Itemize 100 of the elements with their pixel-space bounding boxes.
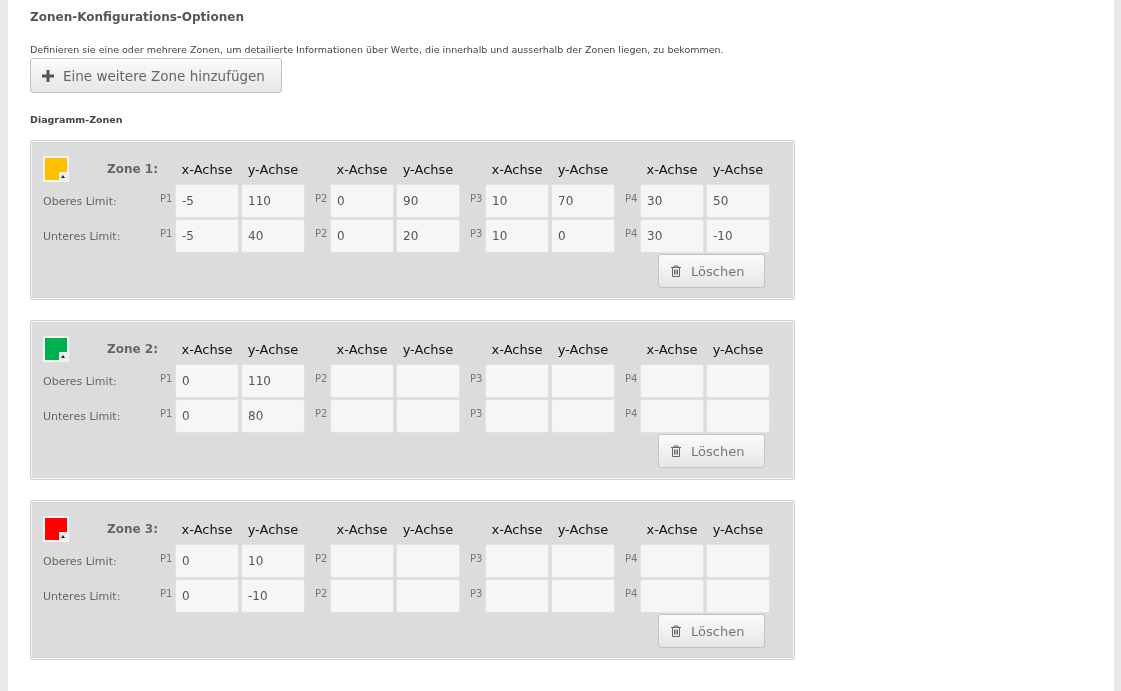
axis-header: y-Achse [246,161,300,177]
axis-header: y-Achse [401,161,455,177]
input-field[interactable]: 90 [396,184,460,218]
point-label: P2 [315,552,329,566]
input-field[interactable]: 10 [241,544,305,578]
input-field[interactable] [485,364,549,398]
input-field[interactable]: 10 [485,184,549,218]
add-zone-button[interactable]: Eine weitere Zone hinzufügen [30,58,282,93]
input-field[interactable]: -10 [706,219,770,253]
axis-header: x-Achse [490,341,544,357]
input-field[interactable]: 40 [241,219,305,253]
input-field[interactable] [640,579,704,613]
input-field[interactable] [706,399,770,433]
input-field[interactable]: 70 [551,184,615,218]
zone-label: Zone 2: [107,342,158,356]
point-label: P4 [625,372,639,386]
axis-header: x-Achse [180,521,234,537]
point-label: P3 [470,587,484,601]
input-field[interactable] [706,544,770,578]
description-text: Definieren sie eine oder mehrere Zonen, um detailierte Informationen über Werte, die innerhalb und ausserhalb der Zonen liegen, zu bekommen. [30,43,725,57]
input-field[interactable] [706,579,770,613]
axis-header: y-Achse [246,341,300,357]
input-field[interactable] [551,544,615,578]
input-field[interactable]: 110 [241,184,305,218]
input-field[interactable]: -5 [175,219,239,253]
limit-label: Unteres Limit: [43,229,122,243]
delete-button[interactable]: Löschen [658,434,765,468]
axis-header: y-Achse [711,521,765,537]
input-field[interactable] [551,579,615,613]
point-label: P1 [160,372,174,386]
input-field[interactable] [640,399,704,433]
delete-button[interactable]: Löschen [658,614,765,648]
point-label: P4 [625,192,639,206]
input-field[interactable] [640,364,704,398]
axis-header: y-Achse [711,341,765,357]
input-field[interactable] [330,544,394,578]
input-field[interactable] [551,364,615,398]
input-field[interactable]: 110 [241,364,305,398]
input-field[interactable] [485,399,549,433]
axis-header: x-Achse [180,161,234,177]
input-field[interactable]: 50 [706,184,770,218]
axis-header: x-Achse [490,521,544,537]
input-field[interactable] [396,579,460,613]
input-field[interactable]: 0 [330,219,394,253]
zone-label: Zone 1: [107,162,158,176]
point-label: P4 [625,407,639,421]
point-label: P1 [160,192,174,206]
axis-header: x-Achse [180,341,234,357]
input-field[interactable]: 20 [396,219,460,253]
input-field[interactable] [485,579,549,613]
point-label: P3 [470,227,484,241]
point-label: P3 [470,372,484,386]
zone-label: Zone 3: [107,522,158,536]
input-field[interactable] [330,399,394,433]
input-field[interactable] [396,544,460,578]
axis-header: x-Achse [645,521,699,537]
point-label: P4 [625,587,639,601]
axis-header: y-Achse [401,521,455,537]
input-field[interactable]: 0 [175,544,239,578]
input-field[interactable]: 30 [640,184,704,218]
input-field[interactable]: 0 [175,364,239,398]
input-field[interactable]: 30 [640,219,704,253]
input-field[interactable] [551,399,615,433]
color-picker[interactable] [43,156,69,182]
input-field[interactable]: 80 [241,399,305,433]
axis-header: x-Achse [335,521,389,537]
axis-header: y-Achse [556,521,610,537]
axis-header: y-Achse [246,521,300,537]
section-title: Zonen-Konfigurations-Optionen [30,9,245,26]
input-field[interactable]: 10 [485,219,549,253]
input-field[interactable] [640,544,704,578]
input-field[interactable]: 0 [330,184,394,218]
input-field[interactable]: -10 [241,579,305,613]
point-label: P1 [160,227,174,241]
color-picker[interactable] [43,336,69,362]
point-label: P4 [625,552,639,566]
input-field[interactable] [485,544,549,578]
axis-header: y-Achse [401,341,455,357]
point-label: P2 [315,372,329,386]
trash-icon [670,445,682,457]
input-field[interactable]: 0 [175,579,239,613]
axis-header: x-Achse [645,341,699,357]
input-field[interactable] [330,364,394,398]
point-label: P2 [315,407,329,421]
subsection-title: Diagramm-Zonen [30,113,124,127]
input-field[interactable] [396,364,460,398]
point-label: P3 [470,407,484,421]
input-field[interactable]: 0 [551,219,615,253]
delete-button[interactable]: Löschen [658,254,765,288]
input-field[interactable]: 0 [175,399,239,433]
input-field[interactable]: -5 [175,184,239,218]
input-field[interactable] [706,364,770,398]
axis-header: x-Achse [335,161,389,177]
input-field[interactable] [396,399,460,433]
point-label: P2 [315,227,329,241]
color-picker[interactable] [43,516,69,542]
limit-label: Unteres Limit: [43,409,122,423]
point-label: P4 [625,227,639,241]
input-field[interactable] [330,579,394,613]
limit-label: Oberes Limit: [43,374,118,388]
